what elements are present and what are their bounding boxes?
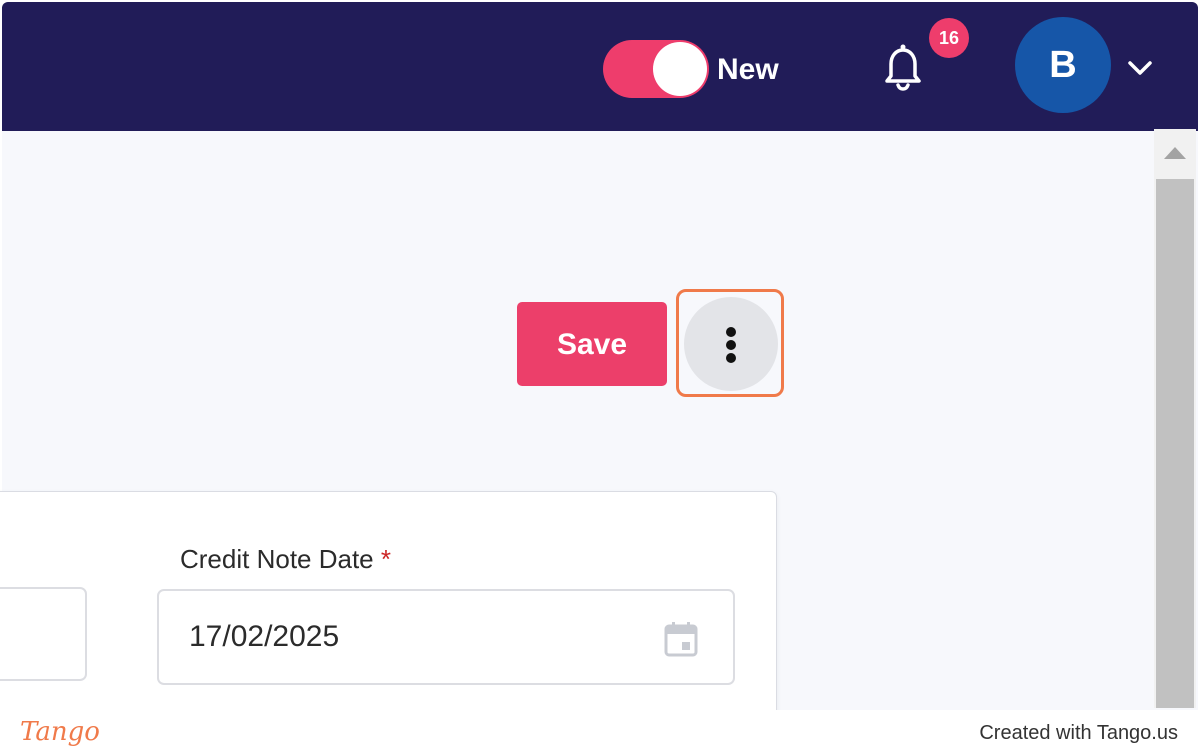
required-marker: *: [380, 544, 392, 574]
footer-credit: Created with Tango.us: [979, 722, 1178, 744]
user-menu-button[interactable]: [1124, 52, 1156, 84]
calendar-icon: [664, 622, 698, 657]
more-options-button[interactable]: [684, 297, 778, 391]
bell-icon: [885, 44, 921, 91]
toggle-knob: [653, 42, 707, 96]
chevron-down-icon: [1128, 61, 1152, 75]
tango-logo: Tango: [20, 717, 100, 747]
notification-count-badge: 16: [929, 18, 969, 58]
vertical-scrollbar[interactable]: [1154, 129, 1196, 708]
credit-note-date-label-text: Credit Note Date: [180, 544, 374, 574]
date-picker-button[interactable]: [664, 621, 698, 657]
scrollbar-thumb[interactable]: [1156, 179, 1194, 708]
previous-field-input[interactable]: [0, 587, 87, 681]
notifications-button[interactable]: [874, 38, 932, 96]
new-ui-toggle[interactable]: [603, 40, 709, 98]
credit-note-date-input[interactable]: [157, 589, 735, 685]
credit-note-date-label: Credit Note Date *: [180, 542, 391, 576]
scroll-up-arrow-icon[interactable]: [1164, 147, 1186, 159]
user-avatar[interactable]: B: [1015, 17, 1111, 113]
save-button[interactable]: Save: [517, 302, 667, 386]
toggle-label: New: [717, 53, 779, 86]
